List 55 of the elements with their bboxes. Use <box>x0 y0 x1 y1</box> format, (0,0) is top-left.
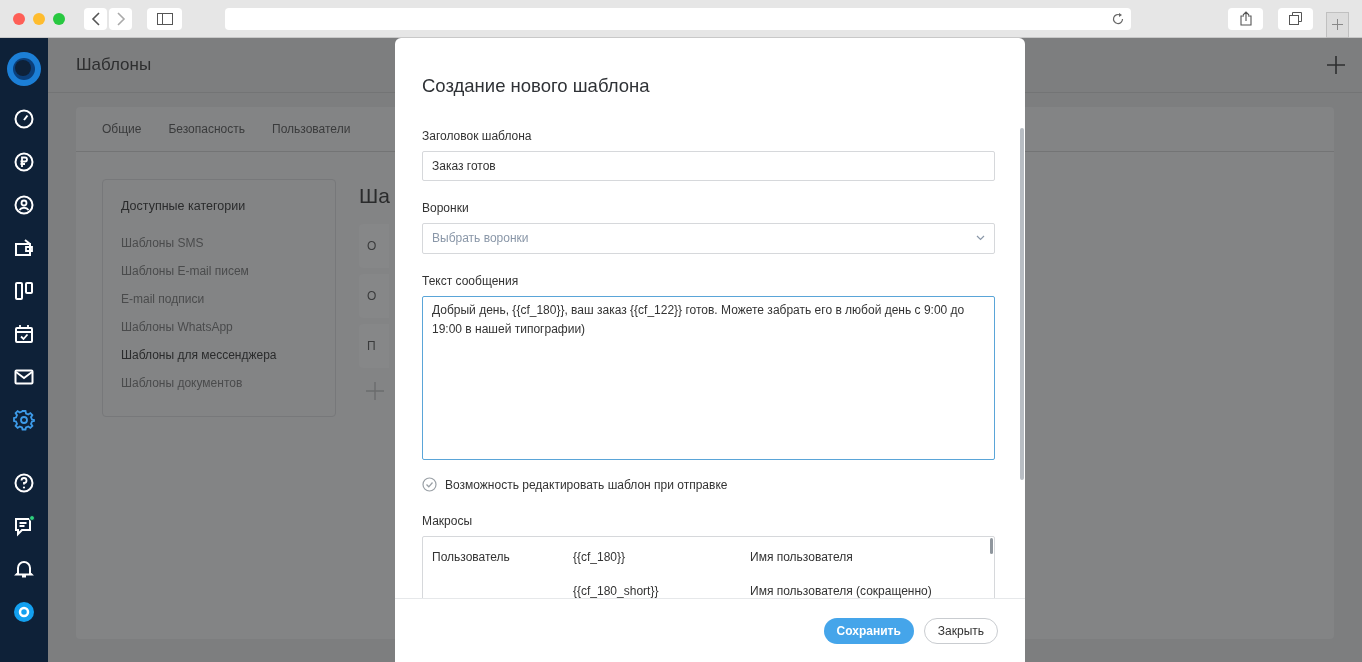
share-button[interactable] <box>1228 7 1263 30</box>
chevron-right-icon <box>115 11 126 26</box>
share-icon <box>1239 11 1252 26</box>
macro-code[interactable]: {{cf_180}} <box>573 547 750 566</box>
macro-group: Пользователь <box>423 547 573 566</box>
wallet-icon[interactable] <box>13 237 35 259</box>
help-icon[interactable] <box>13 472 35 494</box>
back-button[interactable] <box>84 7 108 30</box>
category-link[interactable]: Шаблоны E-mail писем <box>121 261 317 280</box>
close-button[interactable]: Закрыть <box>923 617 998 644</box>
settings-icon[interactable] <box>13 409 35 431</box>
dropdown-field[interactable]: Выбрать воронки <box>422 222 995 254</box>
field-label: Макросы <box>422 512 474 530</box>
page-title: Шаблоны <box>76 54 152 77</box>
macro-code[interactable]: {{cf_180_short}} <box>573 581 750 598</box>
gauge-icon[interactable] <box>13 108 35 130</box>
add-icon[interactable] <box>1326 55 1346 75</box>
settings-tab[interactable]: Общие <box>102 120 142 138</box>
user-icon[interactable] <box>13 194 35 216</box>
calendar-icon[interactable] <box>13 323 35 345</box>
category-link[interactable]: Шаблоны WhatsApp <box>121 317 317 336</box>
macro-description: Имя пользователя (сокращенно) <box>750 582 932 598</box>
save-button[interactable]: Сохранить <box>823 617 914 644</box>
plus-icon <box>1331 19 1343 30</box>
reload-icon[interactable] <box>1111 11 1126 26</box>
support-icon[interactable] <box>13 601 35 623</box>
input-field[interactable]: Заказ готов <box>422 150 995 181</box>
tabs-button[interactable] <box>1277 7 1313 30</box>
category-link[interactable]: Шаблоны документов <box>121 373 317 392</box>
field-label: Воронки <box>422 199 470 217</box>
category-link[interactable]: Шаблоны для мессенджера <box>121 345 317 364</box>
bell-icon[interactable] <box>13 558 35 580</box>
scrollbar-thumb[interactable] <box>990 537 993 554</box>
category-link[interactable]: E-mail подписи <box>121 289 317 308</box>
tabs-icon <box>1288 12 1302 25</box>
message-field[interactable]: Добрый день, {{cf_180}}, ваш заказ {{cf_122}} готов. Можете забрать его в любой день с 9:00 до 19:00 в нашей типографии) <box>422 295 995 460</box>
scrollbar-thumb[interactable] <box>1020 128 1024 480</box>
ruble-icon[interactable] <box>13 151 35 173</box>
logo-icon[interactable] <box>6 51 42 87</box>
sidebar-toggle-button[interactable] <box>147 7 183 30</box>
category-link[interactable]: Шаблоны SMS <box>121 233 317 252</box>
field-label: Текст сообщения <box>422 272 520 290</box>
field-label: Заголовок шаблона <box>422 127 533 145</box>
new-tab-button[interactable] <box>1325 11 1349 38</box>
settings-tab[interactable]: Безопасность <box>168 120 245 138</box>
sidebar-icon <box>156 12 173 25</box>
categories-title: Доступные категории <box>121 198 247 215</box>
chevron-left-icon <box>90 11 101 26</box>
macro-description: Имя пользователя <box>750 548 853 566</box>
chevron-down-icon <box>976 235 985 242</box>
edit-option-checkbox[interactable]: Возможность редактировать шаблон при отправке <box>422 475 998 494</box>
settings-tab[interactable]: Пользователи <box>272 120 351 138</box>
section-heading: Ша <box>359 183 390 209</box>
columns-icon[interactable] <box>13 280 35 302</box>
dialog-title: Создание нового шаблона <box>422 74 651 98</box>
